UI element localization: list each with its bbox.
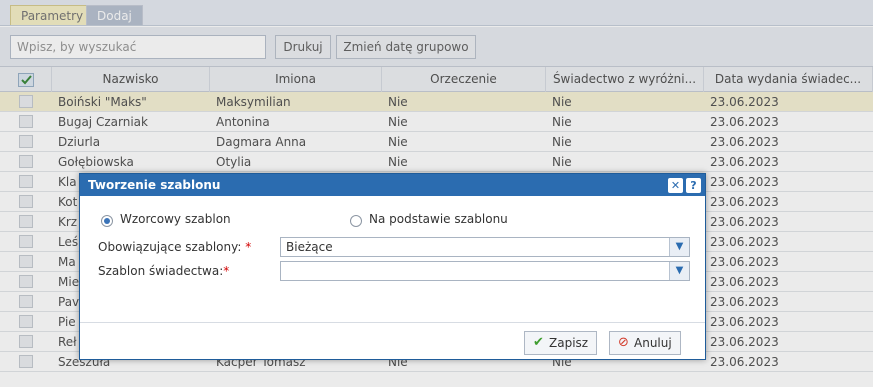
cancel-icon: ⊘ <box>618 335 629 350</box>
close-icon[interactable]: ✕ <box>668 178 683 193</box>
required-mark: * <box>245 240 252 254</box>
chevron-down-icon[interactable]: ▼ <box>669 238 689 256</box>
save-button[interactable]: ✔ Zapisz <box>524 331 598 355</box>
checkmark-icon: ✔ <box>533 335 544 350</box>
templates-label-text: Obowiązujące szablony: <box>98 240 242 254</box>
save-button-label: Zapisz <box>549 336 589 350</box>
templates-select[interactable]: Bieżące ▼ <box>280 237 690 257</box>
radio-based-on-template[interactable] <box>350 215 362 227</box>
certificate-template-field-label: Szablon świadectwa:* <box>98 264 229 278</box>
dialog-title: Tworzenie szablonu <box>80 174 705 196</box>
dialog-footer-divider <box>80 322 705 323</box>
templates-field-label: Obowiązujące szablony: * <box>98 240 251 254</box>
certificate-template-select[interactable]: ▼ <box>280 261 690 281</box>
help-icon[interactable]: ? <box>686 178 701 193</box>
certificate-label-text: Szablon świadectwa: <box>98 264 224 278</box>
radio-based-on-template-label: Na podstawie szablonu <box>369 212 508 226</box>
create-template-dialog: Tworzenie szablonu ✕ ? Wzorcowy szablon … <box>79 173 706 360</box>
cancel-button[interactable]: ⊘ Anuluj <box>609 331 681 355</box>
radio-model-template-label: Wzorcowy szablon <box>120 212 231 226</box>
cancel-button-label: Anuluj <box>634 336 672 350</box>
radio-model-template[interactable] <box>101 215 113 227</box>
chevron-down-icon[interactable]: ▼ <box>669 262 689 280</box>
required-mark: * <box>223 264 230 278</box>
templates-select-value: Bieżące <box>286 240 333 254</box>
